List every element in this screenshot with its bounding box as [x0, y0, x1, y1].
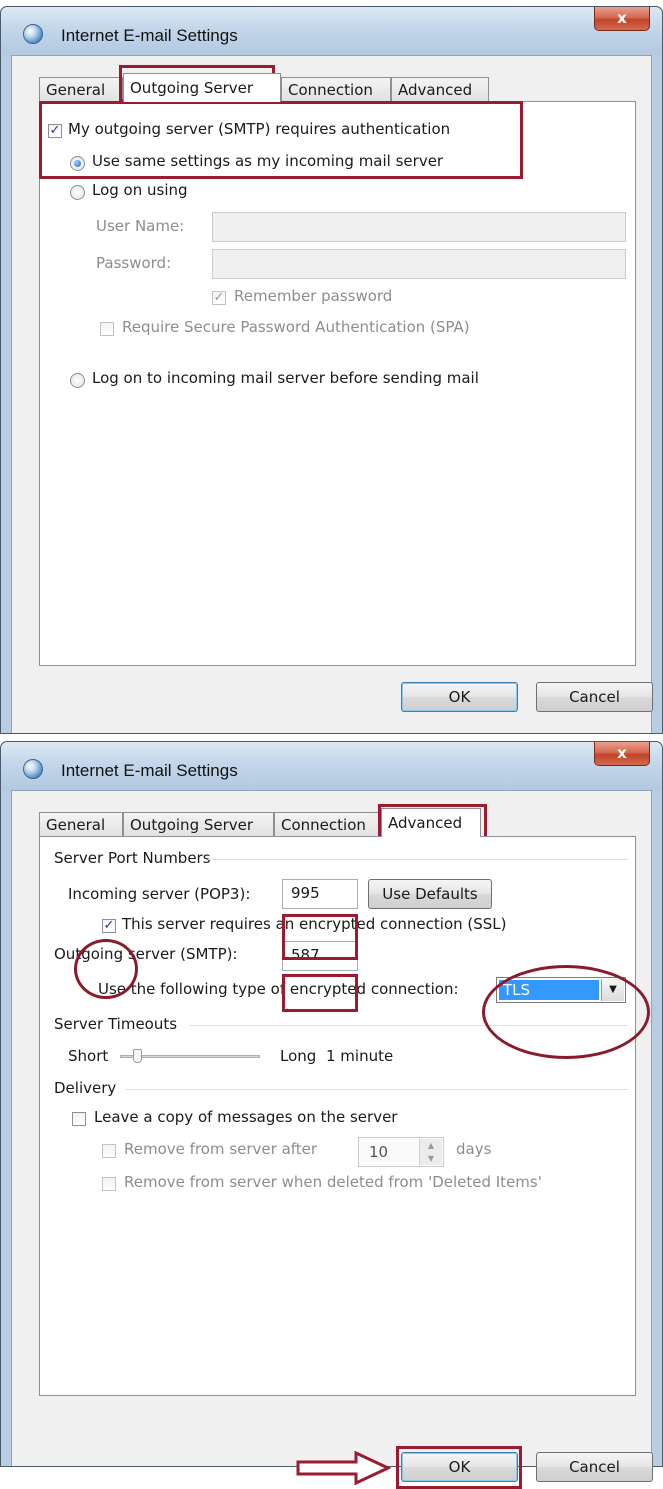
title-bar: Internet E-mail Settings x [1, 742, 662, 790]
tab-advanced[interactable]: Advanced [391, 77, 489, 101]
tab-general[interactable]: General [39, 812, 123, 836]
outgoing-server-panel: ✓ My outgoing server (SMTP) requires aut… [39, 101, 636, 666]
right-arrow-icon [296, 1451, 392, 1485]
checkmark-icon: ✓ [49, 123, 61, 138]
days-unit-label: days [456, 1140, 492, 1158]
password-input[interactable] [212, 249, 626, 279]
dialog-title: Internet E-mail Settings [61, 26, 238, 45]
close-button[interactable]: x [594, 742, 650, 766]
spa-checkbox[interactable] [100, 322, 114, 336]
user-name-label: User Name: [96, 217, 185, 235]
password-label: Password: [96, 254, 172, 272]
timeout-value: 1 minute [326, 1047, 394, 1065]
remove-deleted-checkbox[interactable] [102, 1177, 116, 1191]
group-divider [126, 1089, 628, 1090]
ok-button[interactable]: OK [401, 1452, 518, 1482]
email-settings-dialog-advanced: Internet E-mail Settings x General Outgo… [0, 741, 663, 1489]
spa-label: Require Secure Password Authentication (… [122, 318, 470, 336]
delivery-heading: Delivery [54, 1079, 117, 1097]
remove-after-days-spinner[interactable]: 10 ▲ ▼ [358, 1137, 444, 1167]
timeout-slider-thumb[interactable] [133, 1049, 142, 1063]
checkmark-icon: ✓ [103, 918, 115, 933]
timeout-long-label: Long [280, 1047, 317, 1065]
log-on-using-radio[interactable] [70, 185, 85, 200]
leave-copy-checkbox[interactable] [72, 1112, 86, 1126]
user-name-input[interactable] [212, 212, 626, 242]
remove-after-label: Remove from server after [124, 1140, 318, 1158]
use-defaults-button[interactable]: Use Defaults [368, 879, 492, 909]
log-on-incoming-radio[interactable] [70, 373, 85, 388]
checkmark-icon: ✓ [213, 290, 225, 305]
use-same-settings-radio[interactable] [70, 156, 85, 171]
outlook-app-icon [23, 24, 43, 44]
outgoing-port-input[interactable]: 587 [282, 941, 358, 971]
spinner-up-icon[interactable]: ▲ [419, 1139, 442, 1152]
outlook-app-icon [23, 759, 43, 779]
email-settings-dialog-outgoing: Internet E-mail Settings x General Outgo… [0, 6, 663, 734]
dialog-title: Internet E-mail Settings [61, 761, 238, 780]
tab-connection[interactable]: Connection [274, 812, 381, 836]
tab-advanced[interactable]: Advanced [381, 808, 481, 837]
dialog-client-area: General Outgoing Server Connection Advan… [11, 55, 653, 733]
title-bar: Internet E-mail Settings x [1, 7, 662, 55]
server-ports-heading: Server Port Numbers [54, 849, 211, 867]
smtp-auth-label: My outgoing server (SMTP) requires authe… [68, 120, 451, 138]
remember-password-checkbox[interactable]: ✓ [212, 291, 226, 305]
log-on-incoming-label: Log on to incoming mail server before se… [92, 369, 479, 387]
remove-deleted-label: Remove from server when deleted from 'De… [124, 1173, 542, 1191]
ssl-label: This server requires an encrypted connec… [122, 915, 507, 933]
chevron-down-icon[interactable]: ▼ [601, 979, 624, 1001]
encryption-selected-value: TLS [499, 980, 599, 1000]
incoming-server-label: Incoming server (POP3): [68, 885, 251, 903]
advanced-panel: Server Port Numbers Incoming server (POP… [39, 836, 636, 1396]
ssl-checkbox[interactable]: ✓ [102, 919, 116, 933]
cancel-button[interactable]: Cancel [536, 1452, 653, 1482]
use-same-settings-label: Use same settings as my incoming mail se… [92, 152, 444, 170]
outgoing-server-label: Outgoing server (SMTP): [54, 945, 238, 963]
spinner-down-icon[interactable]: ▼ [419, 1152, 442, 1165]
leave-copy-label: Leave a copy of messages on the server [94, 1108, 398, 1126]
group-divider [190, 1025, 628, 1026]
remember-password-label: Remember password [234, 287, 393, 305]
dialog-client-area: General Outgoing Server Connection Advan… [11, 790, 653, 1489]
cancel-button[interactable]: Cancel [536, 682, 653, 712]
encryption-type-select[interactable]: TLS ▼ [496, 977, 626, 1003]
smtp-auth-checkbox[interactable]: ✓ [48, 124, 62, 138]
remove-after-days-value: 10 [369, 1143, 389, 1161]
log-on-using-label: Log on using [92, 181, 188, 199]
server-timeouts-heading: Server Timeouts [54, 1015, 178, 1033]
encryption-type-label: Use the following type of encrypted conn… [98, 980, 459, 998]
timeout-short-label: Short [68, 1047, 109, 1065]
ok-button[interactable]: OK [401, 682, 518, 712]
group-divider [208, 859, 628, 860]
tab-outgoing-server[interactable]: Outgoing Server [123, 73, 281, 102]
tab-general[interactable]: General [39, 77, 123, 101]
tab-connection[interactable]: Connection [281, 77, 391, 101]
remove-after-checkbox[interactable] [102, 1144, 116, 1158]
incoming-port-input[interactable]: 995 [282, 879, 358, 909]
tab-outgoing-server[interactable]: Outgoing Server [123, 812, 274, 836]
close-button[interactable]: x [594, 7, 650, 31]
